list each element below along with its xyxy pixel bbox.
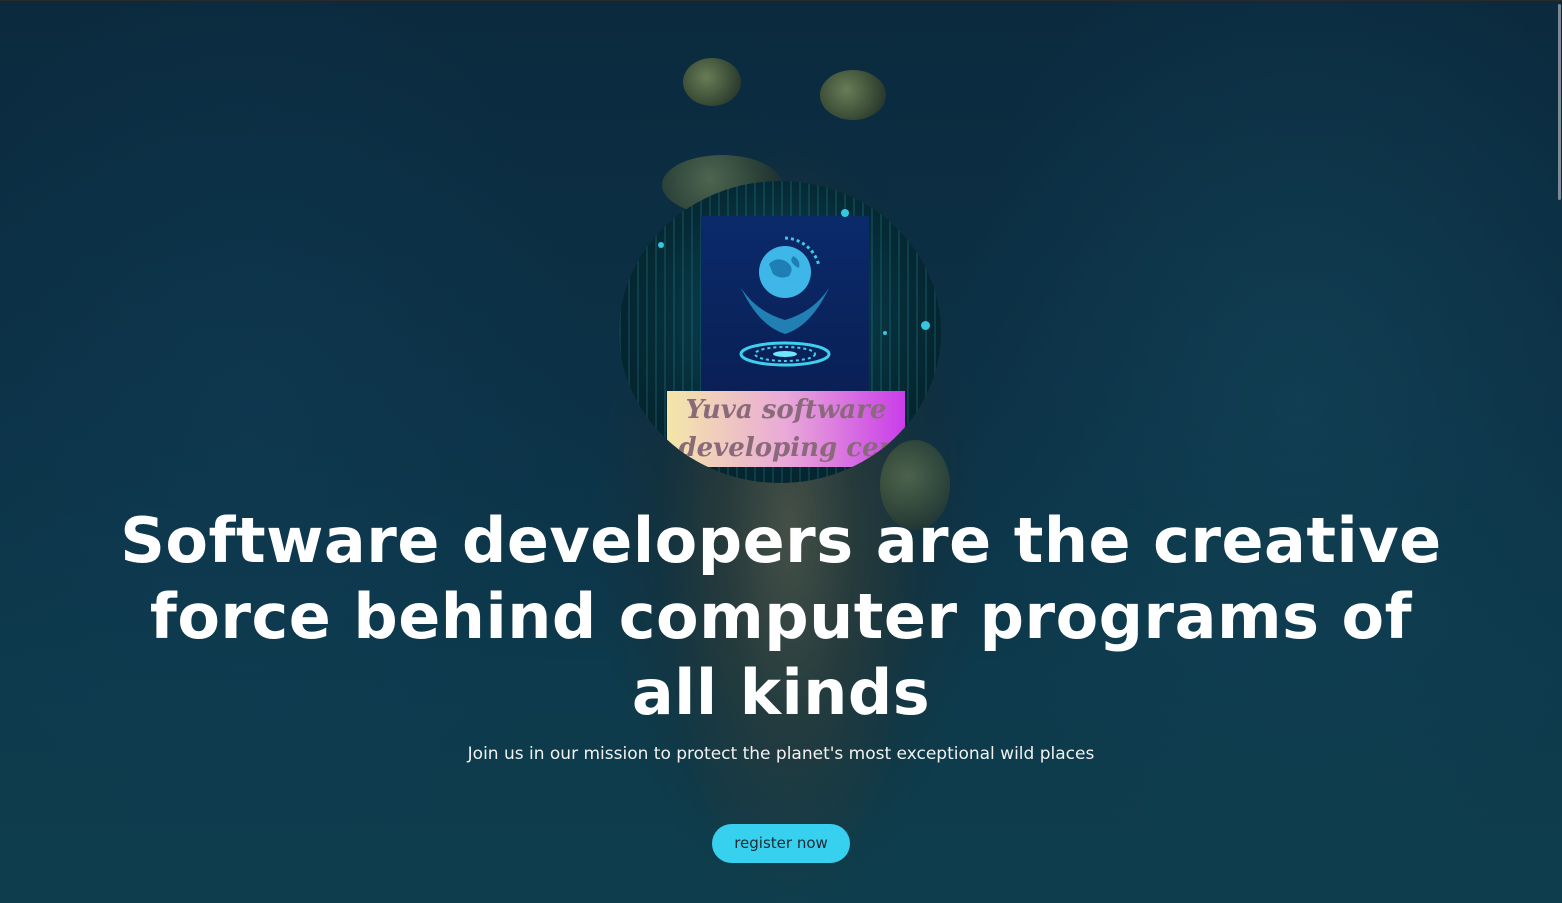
logo-sparkle [841,209,849,217]
hero-section: Yuva software developing cent Software d… [0,0,1562,903]
logo-image: Yuva software developing cent [619,181,941,483]
globe-hands-icon [739,236,831,367]
logo-panel [701,216,869,396]
logo-sparkle [883,331,887,335]
logo-sparkle [658,242,664,248]
hero-headline: Software developers are the creative for… [120,504,1442,729]
scrollbar-thumb[interactable] [1558,4,1561,200]
logo-banner: Yuva software developing cent [667,391,910,467]
logo-sparkle [921,321,930,330]
background-island [683,58,741,106]
top-border [0,0,1562,1]
hero-subheadline: Join us in our mission to protect the pl… [467,744,1095,764]
register-now-button[interactable]: register now [712,824,850,863]
logo-banner-line2: developing cent [678,433,910,463]
logo-banner-line1: Yuva software [685,395,887,425]
background-island [820,70,886,120]
